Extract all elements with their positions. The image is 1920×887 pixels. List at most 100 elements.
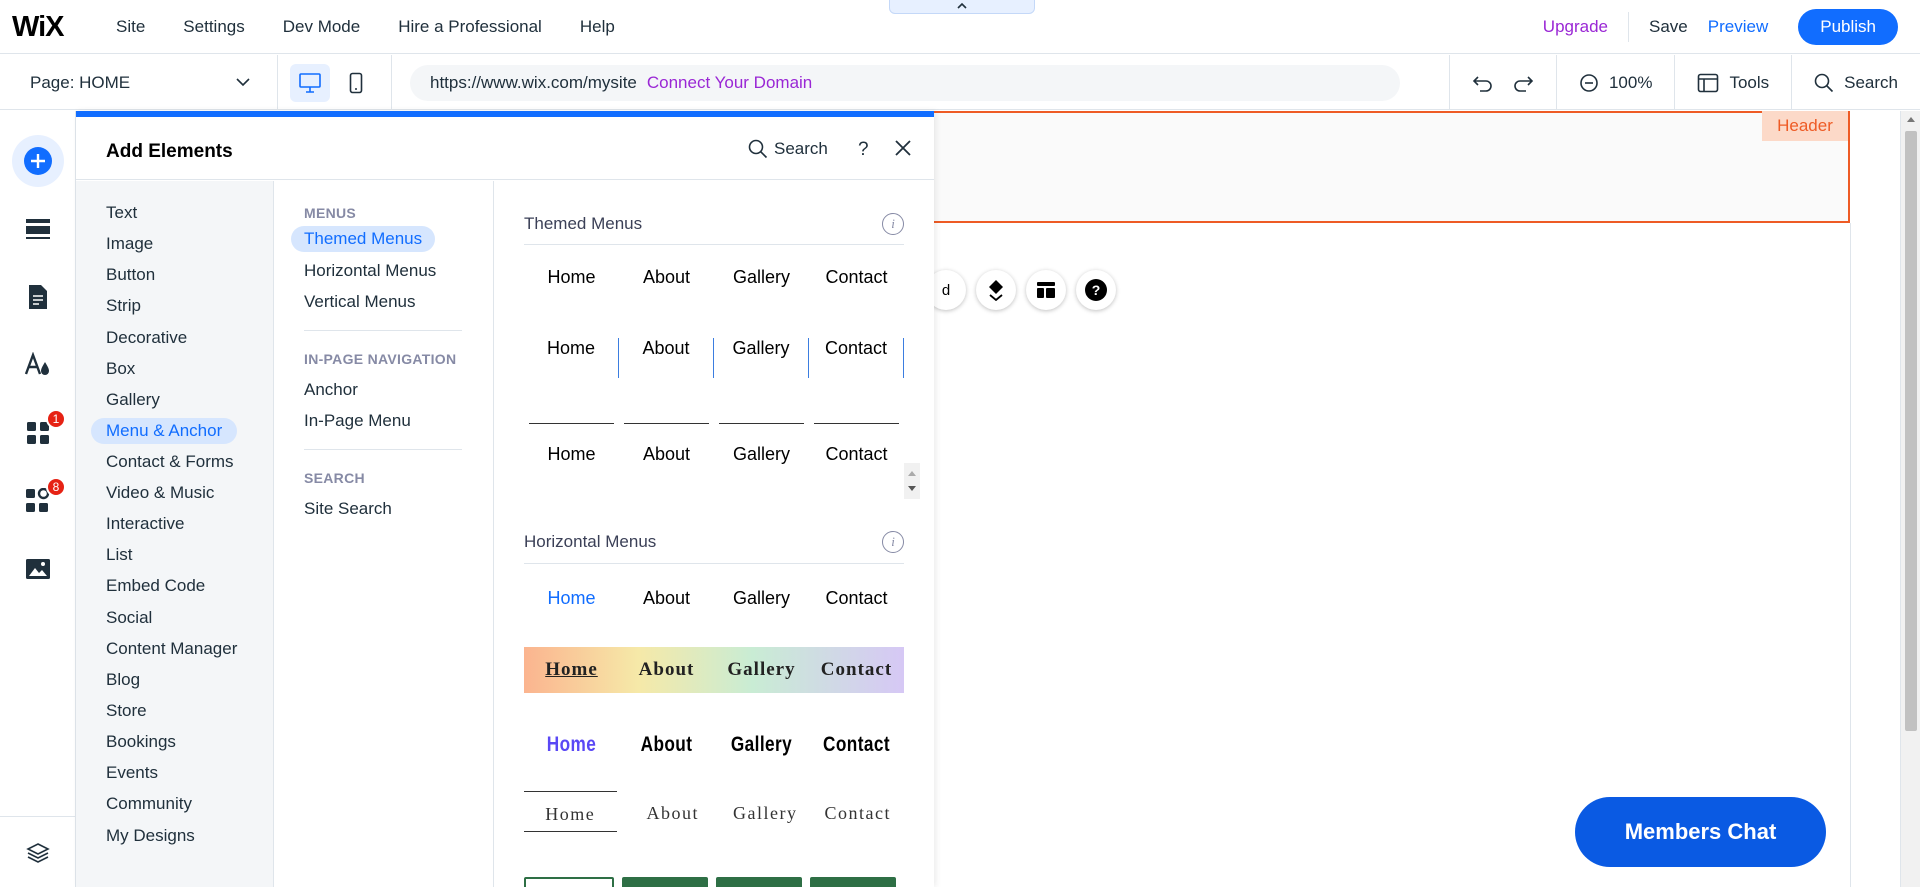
nav-help[interactable]: Help bbox=[580, 17, 615, 37]
category-item[interactable]: Community bbox=[106, 794, 192, 814]
menu-item-active: Home bbox=[546, 733, 597, 756]
layers-button[interactable] bbox=[12, 827, 64, 879]
category-item[interactable]: Social bbox=[106, 608, 152, 628]
category-item[interactable]: Gallery bbox=[106, 390, 160, 410]
tools-button[interactable]: Tools bbox=[1674, 55, 1791, 110]
layout-button[interactable] bbox=[1026, 270, 1066, 310]
panel-help-button[interactable]: ? bbox=[858, 139, 869, 161]
arrange-button[interactable] bbox=[976, 270, 1016, 310]
menu-item: Contact bbox=[825, 588, 888, 608]
menu-item-active: Home bbox=[545, 659, 598, 680]
site-url-bar[interactable]: https://www.wix.com/mysite Connect Your … bbox=[410, 65, 1400, 101]
preview-scroll-arrows-icon[interactable] bbox=[904, 463, 920, 499]
preview-button[interactable]: Preview bbox=[1708, 17, 1768, 37]
subcategory-item[interactable]: Horizontal Menus bbox=[304, 261, 436, 281]
menu-item: Contact bbox=[823, 733, 890, 756]
themed-menu-preview-1[interactable]: Home About Gallery Contact bbox=[524, 267, 904, 288]
category-item[interactable]: Interactive bbox=[106, 514, 184, 534]
panel-search-button[interactable]: Search bbox=[748, 139, 828, 159]
menu-item: About bbox=[642, 267, 691, 287]
mobile-view-button[interactable] bbox=[336, 64, 376, 102]
undo-icon[interactable] bbox=[1472, 73, 1494, 93]
subcategory-item[interactable]: Vertical Menus bbox=[304, 292, 416, 312]
collapse-topbar-tab[interactable] bbox=[889, 0, 1035, 14]
horizontal-menu-preview-3[interactable]: Home About Gallery Contact bbox=[524, 733, 904, 757]
menu-item: Contact bbox=[820, 659, 893, 680]
add-elements-button[interactable] bbox=[12, 135, 64, 187]
category-item[interactable]: Events bbox=[106, 763, 158, 783]
sections-button[interactable] bbox=[12, 203, 64, 255]
publish-button[interactable]: Publish bbox=[1798, 9, 1898, 45]
divider bbox=[304, 330, 462, 331]
menu-item-tile bbox=[810, 877, 896, 887]
pages-button[interactable] bbox=[12, 271, 64, 323]
business-badge: 8 bbox=[46, 477, 66, 497]
page-selector-label: Page: HOME bbox=[30, 72, 131, 92]
menu-item: Gallery bbox=[733, 803, 798, 823]
category-item[interactable]: Image bbox=[106, 234, 153, 254]
editor-toolbar: Page: HOME https://www.wix.com/mysite Co… bbox=[0, 55, 1920, 110]
subcategory-item[interactable]: In-Page Menu bbox=[304, 411, 411, 431]
menu-item: About bbox=[638, 659, 695, 680]
scroll-up-arrow-icon[interactable] bbox=[1906, 115, 1916, 123]
design-button[interactable] bbox=[12, 339, 64, 391]
search-button[interactable]: Search bbox=[1791, 55, 1920, 110]
redo-icon[interactable] bbox=[1512, 73, 1534, 93]
category-item[interactable]: Embed Code bbox=[106, 576, 205, 596]
category-item-selected[interactable]: Menu & Anchor bbox=[91, 418, 238, 444]
horizontal-menu-preview-5[interactable] bbox=[524, 877, 904, 887]
header-section[interactable] bbox=[934, 111, 1850, 223]
horizontal-menu-preview-2[interactable]: Home About Gallery Contact bbox=[524, 647, 904, 693]
desktop-view-button[interactable] bbox=[290, 64, 330, 102]
category-item[interactable]: My Designs bbox=[106, 826, 195, 846]
scrollbar-thumb[interactable] bbox=[1905, 131, 1917, 731]
wix-logo[interactable]: WiX bbox=[12, 11, 65, 44]
undo-redo bbox=[1448, 55, 1556, 110]
category-item[interactable]: Store bbox=[106, 701, 147, 721]
category-item[interactable]: Bookings bbox=[106, 732, 176, 752]
category-item[interactable]: List bbox=[106, 545, 132, 565]
panel-search-label: Search bbox=[774, 139, 828, 158]
nav-dev-mode[interactable]: Dev Mode bbox=[283, 17, 360, 37]
category-item[interactable]: Button bbox=[106, 265, 155, 285]
tools-icon bbox=[1698, 73, 1719, 92]
category-item[interactable]: Contact & Forms bbox=[106, 452, 234, 472]
category-item[interactable]: Strip bbox=[106, 296, 141, 316]
connect-domain-link[interactable]: Connect Your Domain bbox=[647, 73, 812, 93]
page-selector[interactable]: Page: HOME bbox=[0, 55, 278, 110]
category-item[interactable]: Content Manager bbox=[106, 639, 237, 659]
info-icon[interactable]: i bbox=[882, 531, 904, 553]
business-button[interactable]: 8 bbox=[12, 475, 66, 527]
subcategory-item-selected[interactable]: Themed Menus bbox=[291, 226, 436, 252]
nav-hire-professional[interactable]: Hire a Professional bbox=[398, 17, 542, 37]
panel-close-button[interactable] bbox=[894, 139, 912, 162]
subcategory-item[interactable]: Site Search bbox=[304, 499, 392, 519]
info-icon[interactable]: i bbox=[882, 213, 904, 235]
save-button[interactable]: Save bbox=[1649, 17, 1688, 37]
subcategory-item[interactable]: Anchor bbox=[304, 380, 358, 400]
upgrade-link[interactable]: Upgrade bbox=[1543, 17, 1608, 37]
category-item[interactable]: Decorative bbox=[106, 328, 187, 348]
category-item[interactable]: Blog bbox=[106, 670, 140, 690]
canvas-scrollbar[interactable] bbox=[1900, 111, 1920, 887]
site-canvas[interactable] bbox=[934, 111, 1920, 887]
zoom-control[interactable]: 100% bbox=[1555, 55, 1674, 110]
horizontal-menu-preview-1[interactable]: Home About Gallery Contact bbox=[524, 588, 904, 609]
category-item[interactable]: Text bbox=[106, 203, 137, 223]
members-chat-button[interactable]: Members Chat bbox=[1575, 797, 1826, 867]
category-item[interactable]: Video & Music bbox=[106, 483, 214, 503]
header-tag[interactable]: Header bbox=[1762, 111, 1848, 141]
panel-header: Add Elements Search ? bbox=[76, 117, 934, 180]
media-button[interactable] bbox=[12, 543, 64, 595]
themed-menu-preview-2[interactable]: Home About Gallery Contact bbox=[524, 338, 904, 378]
nav-site[interactable]: Site bbox=[116, 17, 145, 37]
menu-item: About bbox=[646, 803, 699, 823]
category-item[interactable]: Box bbox=[106, 359, 135, 379]
divider bbox=[524, 244, 904, 245]
media-icon bbox=[26, 559, 50, 579]
nav-settings[interactable]: Settings bbox=[183, 17, 244, 37]
apps-button[interactable]: 1 bbox=[12, 407, 66, 459]
horizontal-menu-preview-4[interactable]: Home About Gallery Contact bbox=[524, 791, 904, 832]
help-button[interactable]: ? bbox=[1076, 270, 1116, 310]
themed-menu-preview-3[interactable]: Home About Gallery Contact bbox=[524, 423, 904, 465]
